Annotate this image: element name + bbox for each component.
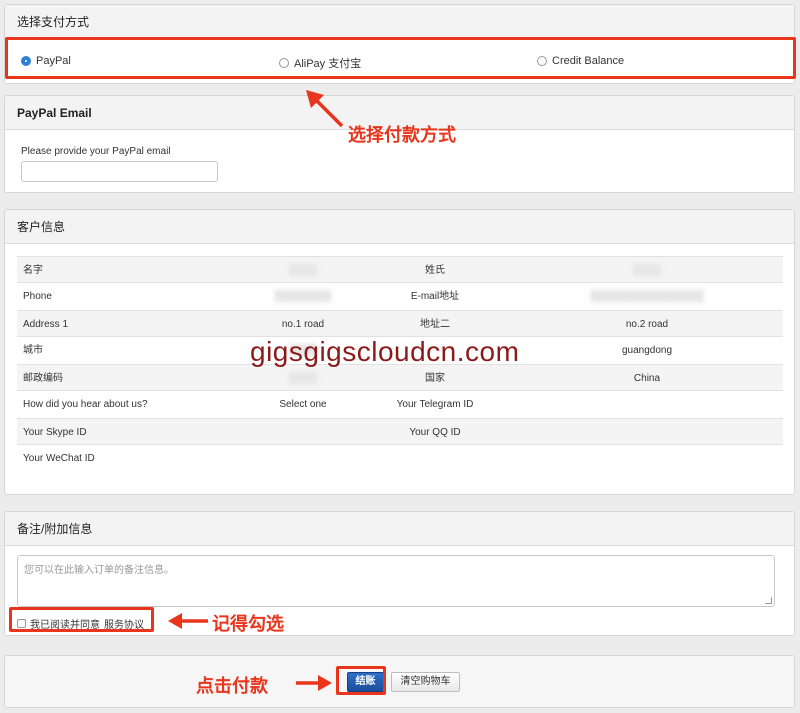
table-row: Phone ████████ E-mail地址 ████████████████ (17, 283, 783, 310)
table-row: How did you hear about us? Select one Yo… (17, 391, 783, 418)
field-value-redacted: ████ (632, 265, 662, 276)
table-row: Your Skype ID Your QQ ID (17, 418, 783, 445)
field-value-redacted: ████████████████ (590, 291, 704, 302)
notes-heading: 备注/附加信息 (5, 512, 794, 546)
paypal-email-input[interactable] (21, 161, 218, 182)
highlight-box-payment (5, 37, 796, 79)
field-label: 姓氏 (425, 265, 445, 276)
field-label: E-mail地址 (410, 291, 460, 302)
notes-textarea[interactable]: 您可以在此输入订单的备注信息。 (17, 555, 775, 607)
field-value: guangdong (621, 345, 673, 356)
field-label: Your WeChat ID (23, 453, 95, 464)
arrow-left-icon (168, 613, 208, 629)
table-row: Address 1 no.1 road 地址二 no.2 road (17, 310, 783, 337)
highlight-box-checkout (336, 666, 386, 695)
field-label: How did you hear about us? (23, 399, 148, 410)
paypal-email-label: Please provide your PayPal email (21, 146, 171, 157)
highlight-box-agree (9, 607, 154, 632)
annotation-click-pay: 点击付款 (196, 676, 268, 696)
field-label: 名字 (23, 265, 43, 276)
watermark-text: gigsgigscloudcn.com (250, 336, 520, 367)
annotation-remember-check: 记得勾选 (212, 614, 284, 634)
field-label: Your Skype ID (23, 427, 87, 438)
field-label: 邮政编码 (23, 373, 63, 384)
clear-cart-button[interactable]: 清空购物车 (391, 672, 460, 692)
checkout-panel: 结账 清空购物车 (4, 655, 795, 708)
field-label: Your Telegram ID (396, 399, 474, 410)
customer-info-heading: 客户信息 (5, 210, 794, 244)
field-label: 国家 (425, 373, 445, 384)
table-row: 邮政编码 ████ 国家 China (17, 364, 783, 391)
field-label: Address 1 (23, 319, 69, 330)
field-value: no.2 road (625, 319, 669, 330)
arrow-right-icon (296, 675, 332, 691)
field-label: Your QQ ID (409, 427, 461, 438)
field-value: China (633, 373, 661, 384)
arrow-up-left-icon (306, 90, 344, 128)
table-row: Your WeChat ID (17, 445, 363, 472)
field-label: 城市 (23, 345, 43, 356)
field-label: Phone (23, 291, 52, 302)
table-row: 名字 ████ 姓氏 ████ (17, 256, 783, 283)
annotation-select-payment: 选择付款方式 (348, 125, 456, 145)
notes-placeholder: 您可以在此输入订单的备注信息。 (24, 565, 174, 576)
payment-method-heading: 选择支付方式 (5, 5, 794, 39)
field-label: 地址二 (420, 319, 450, 330)
resize-grip-icon[interactable] (765, 597, 772, 604)
